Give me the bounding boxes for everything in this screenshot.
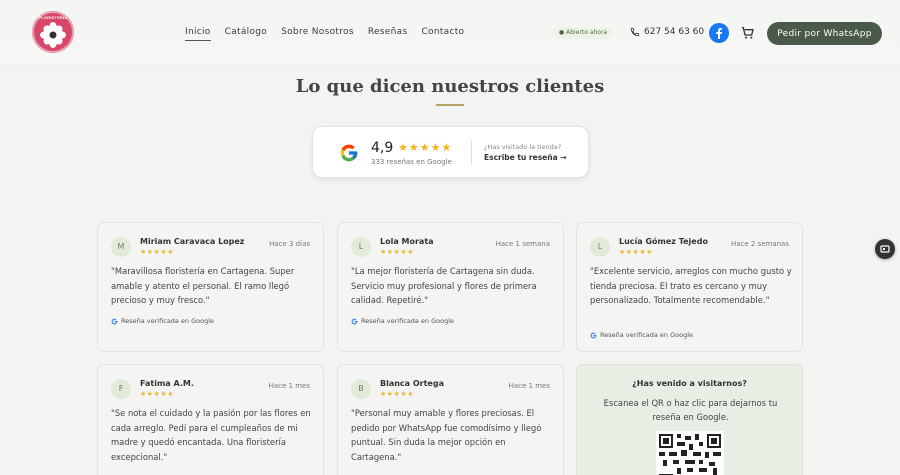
review-stars: ★★★★★: [140, 391, 174, 398]
phone-number: 627 54 63 60: [644, 27, 705, 37]
google-icon: [340, 144, 358, 162]
review-date: Hace 3 días: [269, 240, 310, 248]
nav-item-contacto[interactable]: Contacto: [421, 27, 464, 41]
review-date: Hace 2 semanas: [730, 240, 789, 248]
verified-badge: Reseña verificada en Google: [111, 317, 214, 325]
review-text: "La mejor floristería de Cartagena sin d…: [351, 266, 537, 305]
reviewer-name: Miriam Caravaca Lopez: [140, 237, 245, 246]
verified-badge: Reseña verificada en Google: [590, 331, 693, 339]
accessibility-icon: [880, 245, 890, 253]
card-divider: [471, 141, 472, 165]
site-header: FLORISTERIA Inicio Catálogo Sobre Nosotr…: [0, 0, 900, 66]
avatar: M: [111, 237, 131, 257]
reviewer-name: Fatima A.M.: [140, 379, 194, 388]
nav-item-catalogo[interactable]: Catálogo: [225, 27, 267, 41]
cart-icon: [742, 27, 754, 39]
visit-title: ¿Has venido a visitarnos?: [632, 379, 747, 388]
review-text: "Personal muy amable y flores preciosas.…: [351, 408, 542, 462]
verified-label: Reseña verificada en Google: [600, 331, 694, 339]
review-text: "Se nota el cuidado y la pasión por las …: [111, 408, 311, 462]
review-card: B Blanca Ortega ★★★★★ Hace 1 mes "Person…: [337, 364, 564, 475]
floating-widget-button[interactable]: [875, 239, 895, 259]
reviewer-name: Lola Morata: [380, 237, 434, 246]
brand-logo[interactable]: FLORISTERIA: [32, 11, 74, 53]
review-stars: ★★★★★: [380, 249, 414, 256]
nav-item-sobre-nosotros[interactable]: Sobre Nosotros: [281, 27, 354, 41]
nav-item-inicio[interactable]: Inicio: [185, 27, 211, 41]
open-status-badge: ● Abierto ahora: [553, 27, 614, 39]
facebook-icon: [716, 28, 722, 39]
reviewer-name: Lucía Gómez Tejedo: [619, 237, 708, 246]
verified-badge: Reseña verificada en Google: [351, 317, 454, 325]
rating-stars: ★★★★★: [398, 142, 453, 154]
qr-code-icon: [659, 434, 721, 475]
avatar: B: [351, 379, 371, 399]
review-date: Hace 1 mes: [508, 382, 550, 390]
visit-qr-card[interactable]: ¿Has venido a visitarnos? Escanea el QR …: [576, 364, 803, 475]
review-text: "Maravillosa floristería en Cartagena. S…: [111, 266, 295, 305]
whatsapp-order-button[interactable]: Pedir por WhatsApp: [767, 22, 882, 45]
review-date: Hace 1 mes: [268, 382, 310, 390]
facebook-button[interactable]: [709, 23, 729, 43]
visit-text: Escanea el QR o haz clic para dejarnos t…: [603, 398, 778, 422]
rating-value: 4,9: [371, 140, 394, 156]
main-nav: Inicio Catálogo Sobre Nosotros Reseñas C…: [185, 27, 464, 41]
section-title: Lo que dicen nuestros clientes: [295, 76, 605, 97]
cart-button[interactable]: [740, 25, 756, 41]
review-count: 333 reseñas en Google: [371, 158, 452, 166]
avatar: L: [590, 237, 610, 257]
write-review-link[interactable]: Escribe tu reseña →: [484, 153, 567, 162]
avatar: F: [111, 379, 131, 399]
review-stars: ★★★★★: [380, 391, 414, 398]
verified-label: Reseña verificada en Google: [121, 317, 215, 325]
review-card: L Lola Morata ★★★★★ Hace 1 semana "La me…: [337, 222, 564, 352]
google-rating-card: 4,9 ★★★★★ 333 reseñas en Google ¿Has vis…: [312, 126, 589, 178]
verified-label: Reseña verificada en Google: [361, 317, 455, 325]
review-card: L Lucía Gómez Tejedo ★★★★★ Hace 2 semana…: [576, 222, 803, 352]
nav-item-resenas[interactable]: Reseñas: [368, 27, 408, 41]
review-stars: ★★★★★: [619, 249, 653, 256]
review-stars: ★★★★★: [140, 249, 174, 256]
review-date: Hace 1 semana: [495, 240, 550, 248]
logo-text: FLORISTERIA: [38, 15, 68, 20]
google-icon: [590, 332, 597, 338]
visit-question: ¿Has visitado la tienda?: [484, 143, 562, 151]
review-text: "Excelente servicio, arreglos con mucho …: [590, 266, 792, 305]
qr-code[interactable]: [656, 431, 724, 475]
phone-icon: [630, 27, 640, 37]
avatar: L: [351, 237, 371, 257]
reviewer-name: Blanca Ortega: [380, 379, 444, 388]
review-card: M Miriam Caravaca Lopez ★★★★★ Hace 3 día…: [97, 222, 324, 352]
title-divider: [436, 104, 464, 106]
review-card: F Fatima A.M. ★★★★★ Hace 1 mes "Se nota …: [97, 364, 324, 475]
phone-link[interactable]: 627 54 63 60: [630, 27, 704, 37]
google-icon: [111, 318, 118, 324]
google-icon: [351, 318, 358, 324]
